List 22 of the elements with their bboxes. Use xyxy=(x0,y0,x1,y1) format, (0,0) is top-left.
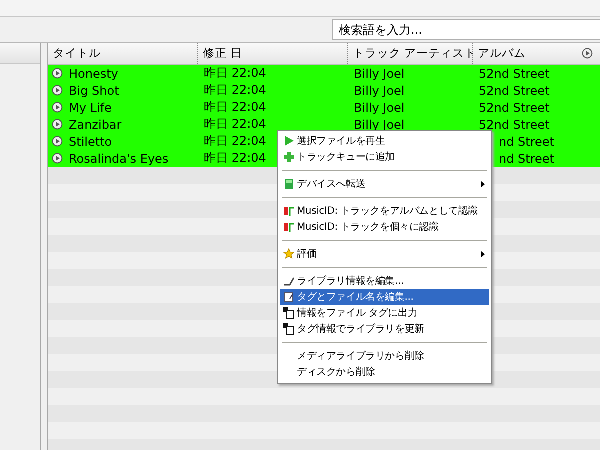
table-cell: 昨日 22:04 xyxy=(204,99,266,116)
table-cell: Rosalinda's Eyes xyxy=(69,152,169,166)
table-cell: Big Shot xyxy=(69,84,120,98)
table-cell: 52nd Street xyxy=(479,118,550,132)
table-cell: nd Street xyxy=(499,134,554,148)
table-cell: nd Street xyxy=(499,152,554,166)
table-cell: Billy Joel xyxy=(354,66,405,80)
table-cell: 52nd Street xyxy=(479,66,550,80)
table-cell: 52nd Street xyxy=(479,84,550,98)
table-cell: 昨日 22:04 xyxy=(204,133,266,150)
table-cell: 昨日 22:04 xyxy=(204,82,266,99)
table-cell: 昨日 22:04 xyxy=(204,65,266,82)
table-cell: Billy Joel xyxy=(354,118,405,132)
table-cell: Honesty xyxy=(69,66,118,80)
table-cell: 昨日 22:04 xyxy=(204,150,266,167)
table-cell: Billy Joel xyxy=(354,100,405,114)
table-cell: My Life xyxy=(69,100,112,114)
table-cell: 昨日 22:04 xyxy=(204,116,266,133)
table-cell: Zanzibar xyxy=(69,118,122,132)
table-cell: Billy Joel xyxy=(354,84,405,98)
table-cell: 52nd Street xyxy=(479,100,550,114)
table-cell: Stiletto xyxy=(69,134,112,148)
